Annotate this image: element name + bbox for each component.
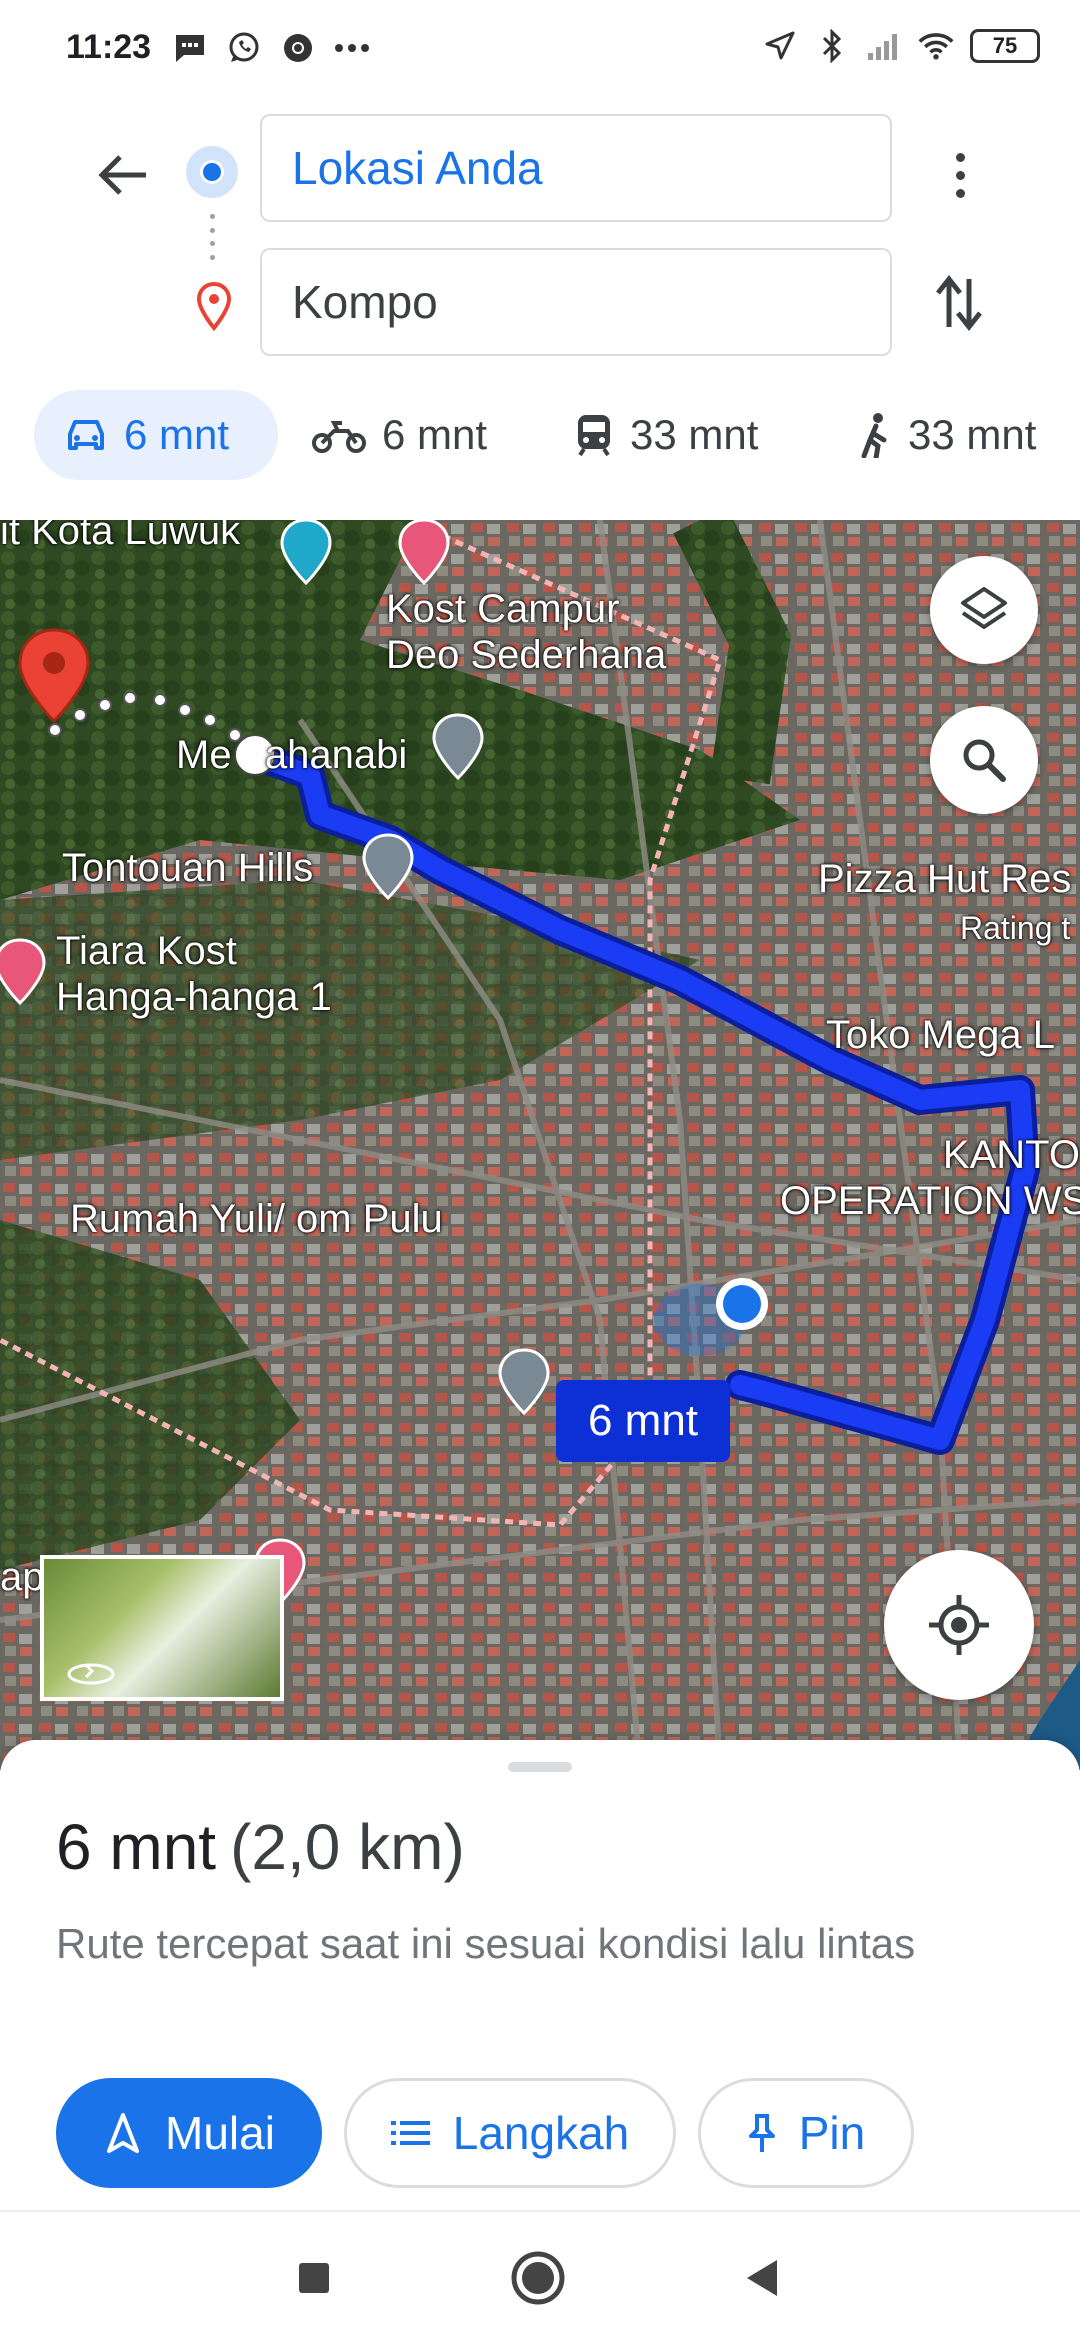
transit-icon (578, 415, 610, 457)
search-icon (963, 739, 1006, 782)
map-label[interactable]: ap (0, 1554, 45, 1600)
list-icon (390, 2121, 430, 2145)
street-view-icon (67, 1663, 115, 1685)
swap-vert-icon (936, 274, 982, 332)
status-bar: 11:23 75 (0, 0, 1080, 100)
tab-driving[interactable]: 6 mnt (34, 390, 278, 480)
map-label[interactable]: Pizza Hut Res (818, 856, 1071, 902)
steps-button[interactable]: Langkah (344, 2078, 676, 2188)
map-label[interactable]: Kost Campur Deo Sederhana (386, 586, 666, 678)
tab-motorcycle[interactable]: 6 mnt (312, 390, 487, 480)
layers-button[interactable] (930, 556, 1038, 664)
tab-walking[interactable]: 33 mnt (858, 390, 1036, 480)
tab-motorcycle-label: 6 mnt (382, 411, 488, 458)
swap-button[interactable] (928, 268, 990, 338)
map-label[interactable]: Rumah Yuli/ om Pulu (70, 1196, 443, 1242)
trip-distance: (2,0 km) (230, 1811, 465, 1883)
home-button[interactable] (508, 2248, 568, 2308)
signal-icon (866, 28, 902, 64)
destination-field[interactable]: Kompo (260, 248, 892, 356)
map-label[interactable]: it Kota Luwuk (0, 520, 240, 554)
map-label[interactable]: Me ahanabi (176, 732, 407, 778)
arrow-back-icon (98, 155, 146, 195)
street-view-thumbnail[interactable] (40, 1555, 284, 1701)
tab-walking-label: 33 mnt (908, 411, 1037, 458)
my-location-icon (929, 1595, 989, 1655)
tab-driving-label: 6 mnt (124, 411, 230, 458)
battery-indicator: 75 (970, 29, 1040, 63)
route-duration-badge[interactable]: 6 mnt (556, 1380, 730, 1462)
tab-transit-label: 33 mnt (630, 411, 759, 458)
pin-button[interactable]: Pin (698, 2078, 914, 2188)
bluetooth-icon (814, 28, 850, 64)
map-label: Rating t (960, 910, 1071, 946)
status-time: 11:23 (66, 28, 152, 66)
triangle-back-icon (747, 2260, 777, 2296)
notification-icons (172, 30, 370, 66)
navigation-arrow-icon (107, 2113, 140, 2153)
more-dots-icon (334, 30, 370, 66)
search-button[interactable] (930, 706, 1038, 814)
recents-button[interactable] (284, 2248, 344, 2308)
back-nav-button[interactable] (732, 2248, 792, 2308)
start-button-label: Mulai (165, 2107, 275, 2159)
trip-summary: 6 mnt (2,0 km) (56, 1810, 465, 1884)
whatsapp-icon (226, 30, 262, 66)
system-icons: 75 (762, 28, 1040, 64)
route-summary-sheet: 6 mnt (2,0 km) Rute tercepat saat ini se… (0, 1740, 1080, 2210)
map-label[interactable]: Tontouan Hills (62, 845, 313, 891)
travel-mode-tabs: 6 mnt 6 mnt 33 mnt 33 mnt (0, 380, 1080, 500)
destination-pin-icon (192, 280, 236, 336)
start-button[interactable]: Mulai (56, 2078, 322, 2188)
steps-button-label: Langkah (452, 2107, 630, 2159)
more-options-button[interactable] (940, 140, 980, 210)
layers-icon (961, 587, 1007, 629)
route-connector-icon (210, 214, 216, 260)
my-location-button[interactable] (884, 1550, 1034, 1700)
tab-transit[interactable]: 33 mnt (574, 390, 758, 480)
pin-button-label: Pin (798, 2107, 866, 2159)
map-label[interactable]: Toko Mega L (826, 1012, 1055, 1058)
wifi-icon (918, 28, 954, 64)
motorcycle-icon (312, 421, 366, 453)
origin-field[interactable]: Lokasi Anda (260, 114, 892, 222)
circle-icon (511, 2251, 565, 2305)
origin-dot-icon (186, 146, 238, 198)
map-label[interactable]: KANTO OPERATION WS (780, 1132, 1080, 1224)
walk-icon (861, 413, 887, 458)
map-label[interactable]: Tiara Kost Hanga-hanga 1 (56, 928, 332, 1020)
drag-handle[interactable] (508, 1762, 572, 1772)
location-arrow-icon (762, 28, 798, 64)
car-icon (68, 420, 104, 450)
square-icon (299, 2263, 329, 2293)
message-icon (172, 30, 208, 66)
system-navigation-bar (0, 2210, 1080, 2340)
pushpin-icon (748, 2114, 775, 2152)
trip-duration: 6 mnt (56, 1811, 217, 1883)
chrome-icon (280, 30, 316, 66)
route-note: Rute tercepat saat ini sesuai kondisi la… (56, 1920, 916, 1967)
directions-header: Lokasi Anda Kompo (0, 100, 1080, 370)
map-view[interactable]: it Kota Luwuk Kost Campur Deo Sederhana … (0, 520, 1080, 1770)
back-button[interactable] (88, 140, 158, 210)
